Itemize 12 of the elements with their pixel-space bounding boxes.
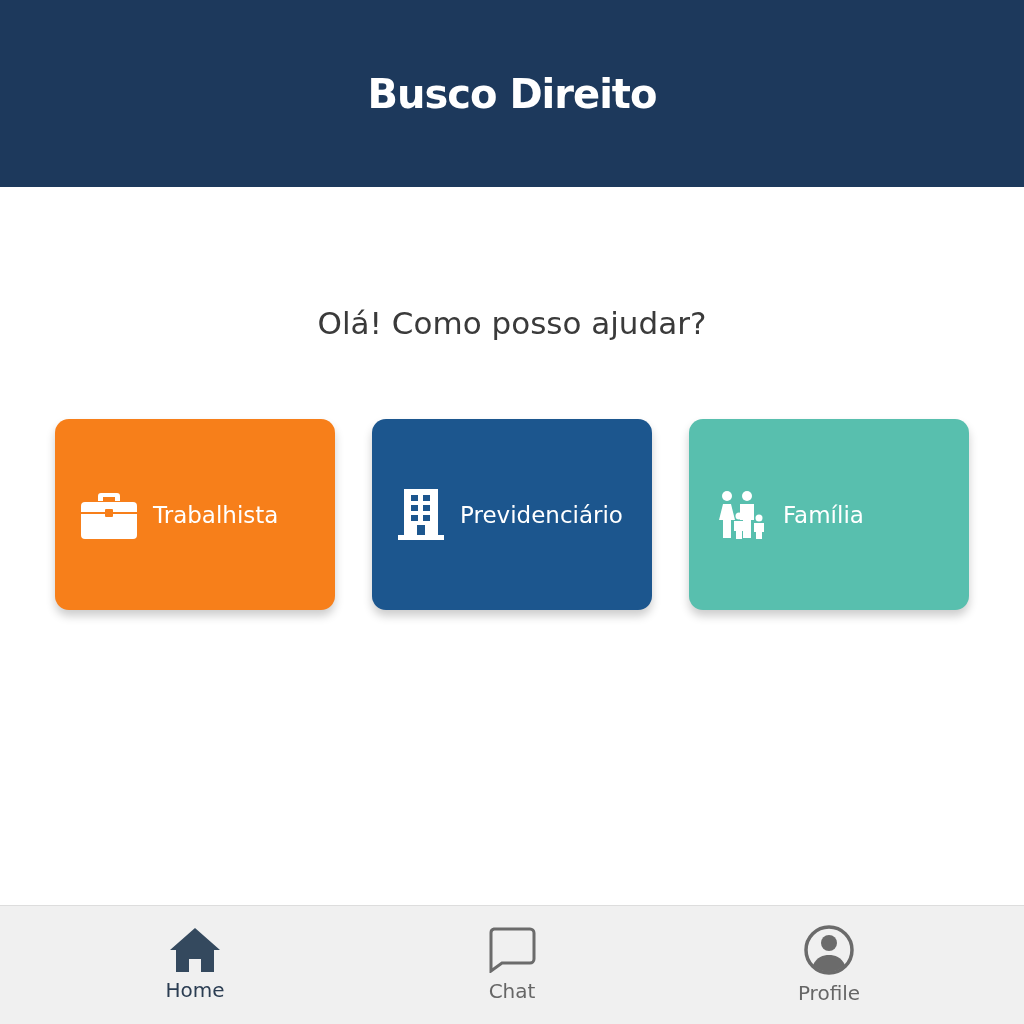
category-card[interactable]: Trabalhista <box>55 419 335 610</box>
building-icon <box>398 488 444 541</box>
nav-tab[interactable]: Profile <box>784 906 874 1024</box>
home-icon <box>170 928 220 972</box>
chat-icon <box>488 927 536 973</box>
profile-icon <box>804 925 854 975</box>
greeting-heading: Olá! Como posso ajudar? <box>317 305 707 341</box>
app-logo: Busco Direito <box>367 70 657 117</box>
category-card[interactable]: Previdenciário <box>372 419 652 610</box>
nav-tab[interactable]: Home <box>150 906 240 1024</box>
briefcase-icon <box>81 490 137 539</box>
nav-tab[interactable]: Chat <box>467 906 557 1024</box>
